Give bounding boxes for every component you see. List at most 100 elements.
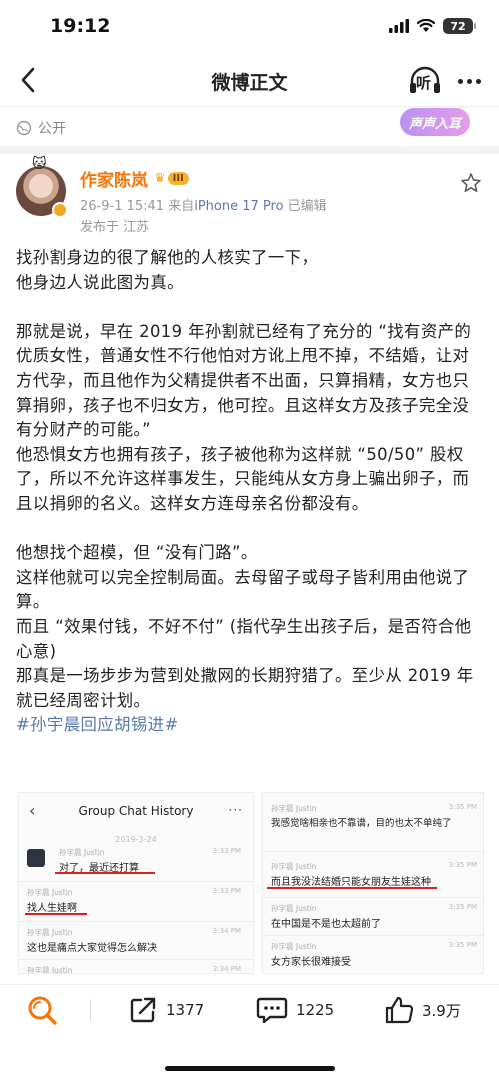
share-icon <box>130 997 156 1023</box>
search-icon <box>28 996 57 1025</box>
listen-label: 听 <box>416 74 432 92</box>
visibility-label: 公开 <box>38 121 66 137</box>
favorite-star-icon[interactable] <box>460 172 482 194</box>
chat-text: 而且我没法结婚只能女朋友生娃这种 <box>271 877 431 888</box>
chat-message: 孙宇晨 Justin 3:34 PM 这也是痛点大家觉得怎么解决 <box>27 927 249 955</box>
battery-level: 72 <box>450 19 466 33</box>
chat-screenshot-right[interactable]: 孙宇晨 Justin 3:35 PM 我感觉啥相亲也不靠谱，目的也太不单纯了 孙… <box>262 792 484 974</box>
comment-icon <box>256 997 288 1024</box>
chat-time: 3:34 PM <box>212 927 241 935</box>
post-location: 发布于 江苏 <box>80 220 150 235</box>
chat-divider <box>19 921 253 922</box>
chat-text: 女方家长很难接受 <box>271 957 351 968</box>
chat-text: 在中国是不是也太超前了 <box>271 919 381 930</box>
image-grid: ‹ Group Chat History ··· 2019-3-24 孙宇晨 J… <box>18 792 484 974</box>
share-button[interactable]: 1377 <box>128 993 204 1027</box>
chat-divider <box>263 897 483 898</box>
battery-icon: 72 <box>443 18 476 34</box>
chat-message: 孙宇晨 Justin 3:34 PM <box>27 965 249 974</box>
nav-divider <box>0 106 499 107</box>
more-dot-icon <box>475 78 481 84</box>
author-avatar[interactable]: 🐱 <box>16 156 68 218</box>
cat-ear-decoration: 🐱 <box>32 156 47 172</box>
chevron-left-icon <box>21 67 35 93</box>
wifi-icon <box>417 19 435 32</box>
chat-text: 我感觉啥相亲也不靠谱，目的也太不单纯了 <box>271 818 452 829</box>
chat-title: Group Chat History <box>78 804 194 818</box>
chat-text: 找人生娃啊 <box>27 903 77 914</box>
action-bar: 1377 1225 3.9万 <box>0 985 499 1035</box>
red-underline <box>267 887 437 889</box>
post-body: 找孙割身边的很了解他的人核实了一下， 他身边人说此图为真。 那就是说，早在 20… <box>16 246 486 738</box>
post-meta: 26-9-1 15:41 来自iPhone 17 Pro 已编辑 <box>80 195 327 214</box>
signal-icon <box>389 19 409 33</box>
chat-sender: 孙宇晨 Justin <box>59 848 105 857</box>
chat-header: ‹ Group Chat History ··· <box>19 801 253 825</box>
comment-button[interactable]: 1225 <box>256 993 334 1027</box>
chat-text: 这也是痛点大家觉得怎么解决 <box>27 943 157 954</box>
chat-divider <box>19 881 253 882</box>
like-button[interactable]: 3.9万 <box>384 993 461 1027</box>
post-paragraph: 找孙割身边的很了解他的人核实了一下， 他身边人说此图为真。 <box>16 248 319 292</box>
chat-message: 孙宇晨 Justin 3:35 PM 在中国是不是也太超前了 <box>271 903 477 931</box>
chat-sender: 孙宇晨 Justin <box>27 888 73 897</box>
author-row: 作家陈岚 ♛ III <box>80 166 189 191</box>
chat-message: 孙宇晨 Justin 3:35 PM 我感觉啥相亲也不靠谱，目的也太不单纯了 <box>271 803 477 835</box>
search-button[interactable] <box>26 993 58 1027</box>
chat-message: 孙宇晨 Justin 3:33 PM 找人生娃啊 <box>25 887 249 917</box>
like-count: 3.9万 <box>422 1001 461 1020</box>
nav-bar: 微博正文 听 <box>0 56 499 106</box>
chat-time: 3:35 PM <box>448 861 477 869</box>
more-button[interactable] <box>452 64 486 98</box>
chat-sender: 孙宇晨 Justin <box>271 862 317 871</box>
red-underline <box>25 913 87 915</box>
author-name[interactable]: 作家陈岚 <box>80 166 148 191</box>
chat-divider <box>263 935 483 936</box>
action-separator <box>90 999 91 1021</box>
chat-time: 3:33 PM <box>212 887 241 895</box>
voice-badge[interactable]: 声声入耳 <box>400 108 470 136</box>
chat-message: 孙宇晨 Justin 3:35 PM 而且我没法结婚只能女朋友生娃这种 <box>267 861 477 891</box>
edited-label[interactable]: 已编辑 <box>288 199 327 214</box>
chat-sender: 孙宇晨 Justin <box>271 942 317 951</box>
listen-button[interactable]: 听 <box>408 64 442 98</box>
vip-level: III <box>167 172 189 185</box>
home-indicator <box>165 1066 335 1071</box>
chat-sender: 孙宇晨 Justin <box>271 804 317 813</box>
hashtag-link[interactable]: #孙宇晨回应胡锡进# <box>16 713 486 738</box>
chat-divider <box>263 851 483 852</box>
chat-time: 3:35 PM <box>448 941 477 949</box>
section-separator <box>0 146 499 154</box>
chat-divider <box>19 959 253 960</box>
source-prefix: 来自 <box>168 199 195 214</box>
chat-message: 孙宇晨 Justin 3:33 PM 对了，最近还打算 <box>27 847 249 877</box>
chat-screenshot-left[interactable]: ‹ Group Chat History ··· 2019-3-24 孙宇晨 J… <box>18 792 254 974</box>
post-device[interactable]: iPhone 17 Pro <box>194 199 283 214</box>
chat-sender: 孙宇晨 Justin <box>27 928 73 937</box>
back-button[interactable] <box>10 62 46 98</box>
chat-time: 3:35 PM <box>448 803 477 811</box>
thumbs-up-icon <box>385 996 414 1024</box>
red-underline <box>55 872 155 874</box>
chat-time: 3:33 PM <box>212 847 241 855</box>
chat-avatar <box>27 849 45 867</box>
more-dot-icon <box>457 78 463 84</box>
status-bar: 19:12 72 <box>0 0 499 54</box>
chat-time: 3:34 PM <box>212 965 241 973</box>
visibility-row: 公开 <box>16 118 66 138</box>
chat-message: 孙宇晨 Justin 3:35 PM 女方家长很难接受 <box>271 941 477 969</box>
post-paragraph: 那就是说，早在 2019 年孙割就已经有了充分的 “找有资产的优质女性，普通女性… <box>16 321 472 513</box>
status-icons: 72 <box>389 18 476 34</box>
share-count: 1377 <box>166 1001 205 1019</box>
chat-sender: 孙宇晨 Justin <box>27 966 73 974</box>
comment-count: 1225 <box>296 1001 335 1019</box>
vip-badge[interactable]: ♛ III <box>154 171 189 186</box>
chat-sender: 孙宇晨 Justin <box>271 904 317 913</box>
chat-more-icon: ··· <box>228 803 243 817</box>
status-time: 19:12 <box>50 15 111 37</box>
post-paragraph: 他想找个超模，但 “没有门路”。 这样他就可以完全控制局面。去母留子或母子皆利用… <box>16 543 474 710</box>
chat-time: 3:35 PM <box>448 903 477 911</box>
post-date: 26-9-1 15:41 <box>80 199 165 214</box>
